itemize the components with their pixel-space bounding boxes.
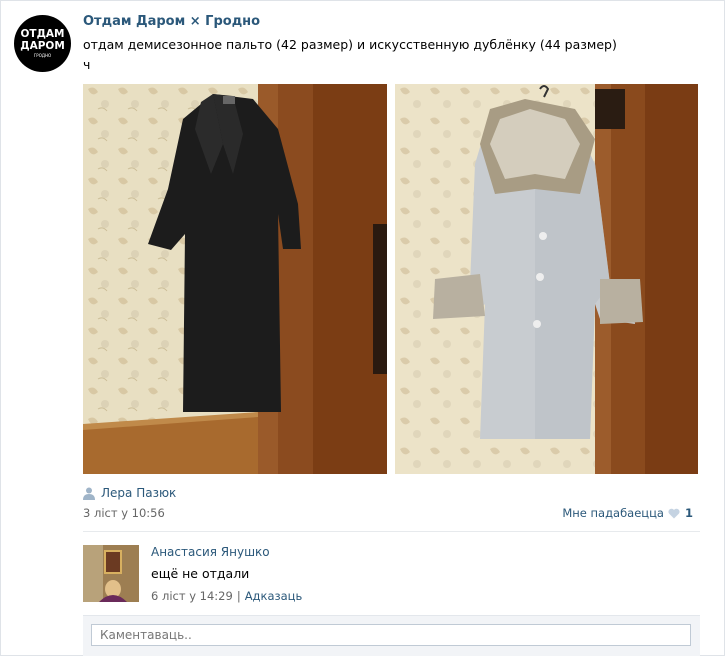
photo-light-coat[interactable] <box>395 84 698 474</box>
like-button[interactable]: Мне падабаецца 1 <box>562 506 693 520</box>
comment-meta-separator: | <box>236 589 241 603</box>
comment-meta: 6 ліст у 14:29 | Адказаць <box>151 589 302 603</box>
post-author[interactable]: Лера Пазюк <box>83 486 176 500</box>
comment-date[interactable]: 6 ліст у 14:29 <box>151 589 233 603</box>
comment-box: Каментаваць.. <box>83 615 700 656</box>
user-icon <box>83 487 95 500</box>
avatar-text-small: ГРОДНО <box>33 53 52 58</box>
comment-author-name[interactable]: Анастасия Янушко <box>151 545 270 559</box>
comment-author-avatar[interactable] <box>83 545 139 602</box>
group-name-link[interactable]: Отдам Даром × Гродно <box>83 14 260 29</box>
post-text-line1: отдам демисезонное пальто (42 размер) и … <box>83 37 617 52</box>
like-label: Мне падабаецца <box>562 506 664 520</box>
comment-input[interactable]: Каментаваць.. <box>91 624 691 646</box>
divider <box>83 531 700 532</box>
reply-link[interactable]: Адказаць <box>245 589 303 603</box>
post-author-name: Лера Пазюк <box>101 486 177 500</box>
photo-dark-coat[interactable] <box>83 84 387 474</box>
avatar-text-line2: ДАРОМ <box>20 40 65 52</box>
post-date[interactable]: 3 ліст у 10:56 <box>83 506 165 520</box>
avatar-text-line1: ОТДАМ <box>20 28 65 40</box>
post-text-line2: ч <box>83 57 91 72</box>
heart-icon <box>668 508 680 518</box>
comment-text: ещё не отдали <box>151 566 250 581</box>
like-count: 1 <box>684 506 693 520</box>
group-avatar[interactable]: ОТДАМ ДАРОМ ГРОДНО <box>14 15 71 72</box>
